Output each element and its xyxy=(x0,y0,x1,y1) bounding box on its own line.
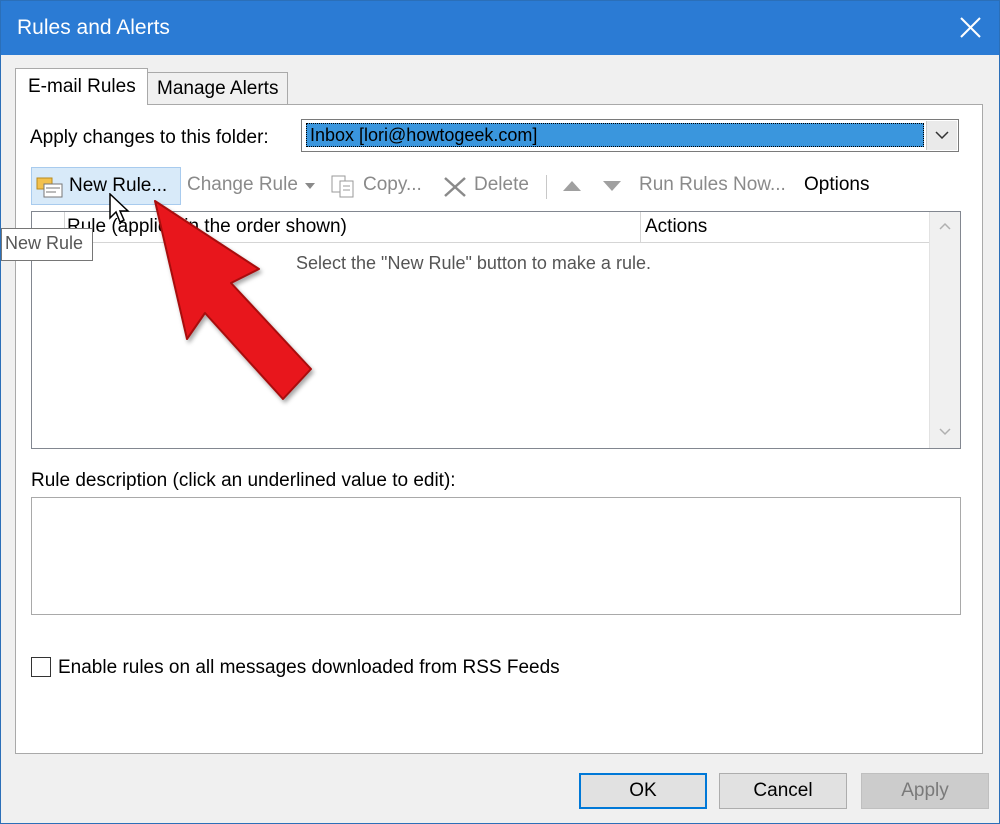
rule-description-box[interactable] xyxy=(31,497,961,615)
apply-button[interactable]: Apply xyxy=(861,773,989,809)
scroll-up-icon[interactable] xyxy=(939,222,951,230)
copy-label: Copy... xyxy=(363,174,422,195)
column-divider xyxy=(640,212,641,242)
run-rules-now-label: Run Rules Now... xyxy=(639,174,786,195)
options-label: Options xyxy=(804,174,870,195)
red-arrow-annotation-icon xyxy=(154,200,312,400)
triangle-down-icon xyxy=(603,181,621,191)
rss-rules-label[interactable]: Enable rules on all messages downloaded … xyxy=(58,657,560,679)
folder-select[interactable]: Inbox [lori@howtogeek.com] xyxy=(301,119,959,152)
change-rule-label: Change Rule xyxy=(187,174,298,195)
title-bar: Rules and Alerts xyxy=(1,1,999,55)
new-rule-tooltip: New Rule xyxy=(1,228,93,261)
tab-email-rules[interactable]: E-mail Rules xyxy=(15,68,148,105)
rss-rules-checkbox[interactable] xyxy=(31,657,51,677)
folder-label: Apply changes to this folder: xyxy=(30,127,269,148)
rules-and-alerts-dialog: Rules and Alerts E-mail Rules Manage Ale… xyxy=(0,0,1000,824)
triangle-up-icon xyxy=(563,181,581,191)
delete-icon xyxy=(444,177,466,197)
close-icon xyxy=(960,17,981,38)
folder-dropdown-button[interactable] xyxy=(926,121,957,150)
move-up-button[interactable] xyxy=(561,167,585,205)
delete-label: Delete xyxy=(474,174,529,195)
rules-list-scrollbar[interactable] xyxy=(929,212,960,448)
cancel-button[interactable]: Cancel xyxy=(719,773,847,809)
tab-manage-alerts[interactable]: Manage Alerts xyxy=(147,72,288,104)
ok-button[interactable]: OK xyxy=(579,773,707,809)
move-down-button[interactable] xyxy=(601,167,625,205)
copy-icon xyxy=(331,175,354,198)
rule-description-label: Rule description (click an underlined va… xyxy=(31,470,456,491)
chevron-down-icon xyxy=(305,183,315,189)
scroll-down-icon[interactable] xyxy=(939,428,951,436)
folder-select-value: Inbox [lori@howtogeek.com] xyxy=(306,123,924,147)
column-header-actions[interactable]: Actions xyxy=(645,216,707,238)
chevron-down-icon xyxy=(935,131,949,139)
mouse-cursor-icon xyxy=(109,193,130,224)
toolbar-separator xyxy=(546,175,547,199)
close-button[interactable] xyxy=(941,1,999,55)
empty-list-message: Select the "New Rule" button to make a r… xyxy=(296,253,651,273)
new-rule-icon xyxy=(36,177,63,198)
window-title: Rules and Alerts xyxy=(17,16,170,39)
